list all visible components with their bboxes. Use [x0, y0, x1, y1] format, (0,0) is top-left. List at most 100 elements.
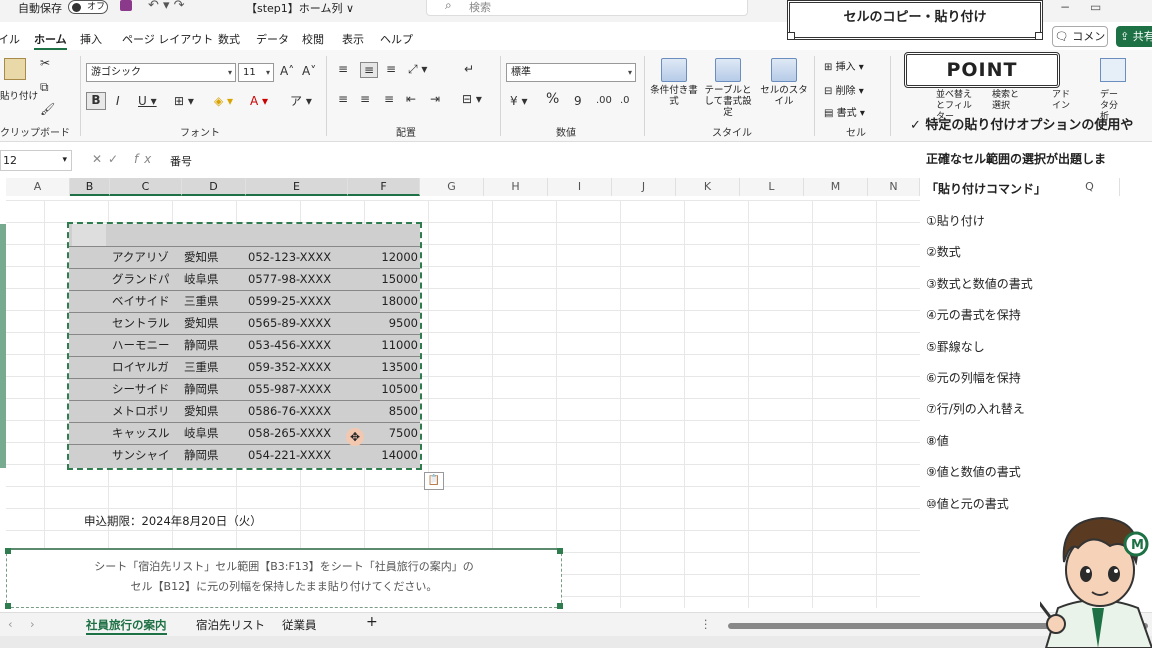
font-name-combo[interactable]: 游ゴシック ▾ [86, 63, 236, 82]
col-c[interactable]: C [110, 178, 182, 196]
tab-file[interactable]: イル [0, 31, 20, 47]
number-format-combo[interactable]: 標準 ▾ [506, 63, 636, 82]
comma-icon[interactable]: 9 [574, 94, 582, 108]
add-sheet-button[interactable]: + [366, 614, 378, 630]
align-left-icon[interactable]: ≡ [338, 92, 348, 106]
more-icon[interactable]: ⋮ [700, 617, 712, 631]
insert-cells-button[interactable]: ⊞ 挿入 ▾ [824, 58, 864, 73]
autosave-toggle[interactable]: オフ [68, 0, 108, 14]
font-color-icon[interactable]: A ▾ [250, 94, 268, 108]
cell-price[interactable]: 8500 [350, 400, 418, 422]
cell-prefecture[interactable]: 岐阜県 [184, 422, 244, 444]
prev-sheet-icon[interactable]: ‹ [8, 617, 13, 631]
increase-font-icon[interactable]: A˄ [280, 64, 294, 78]
paste-options-icon[interactable]: 📋 [424, 472, 444, 490]
document-name[interactable]: 【step1】ホーム列 ∨ [246, 0, 354, 16]
cell-prefecture[interactable]: 岐阜県 [184, 268, 244, 290]
addin-button[interactable]: アドイン [1052, 90, 1074, 112]
cell-prefecture[interactable]: 三重県 [184, 356, 244, 378]
cell-phone[interactable]: 0586-76-XXXX [248, 400, 346, 422]
align-center-icon[interactable]: ≡ [360, 92, 370, 106]
increase-decimal-icon[interactable]: .00 [596, 94, 612, 108]
tab-view[interactable]: 表示 [342, 31, 364, 47]
italic-icon[interactable]: I [116, 94, 120, 108]
name-box[interactable]: 12 ▾ [0, 150, 72, 171]
paste-label[interactable]: 貼り付け [0, 88, 38, 102]
cell-phone[interactable]: 055-987-XXXX [248, 378, 346, 400]
merge-icon[interactable]: ⊟ ▾ [462, 92, 482, 106]
border-icon[interactable]: ⊞ ▾ [174, 94, 194, 108]
tab-insert[interactable]: 挿入 [80, 31, 102, 47]
col-m[interactable]: M [804, 178, 868, 196]
tab-data[interactable]: データ [256, 31, 289, 47]
decrease-font-icon[interactable]: A˅ [302, 64, 316, 78]
cell-phone[interactable]: 053-456-XXXX [248, 334, 346, 356]
undo-icon[interactable]: ↶ ▾ ↷ [148, 0, 185, 13]
cell-hotel-name[interactable]: ベイサイド [112, 290, 182, 312]
cell-phone[interactable]: 0565-89-XXXX [248, 312, 346, 334]
wrap-text-icon[interactable]: ↵ [464, 62, 474, 76]
col-n[interactable]: N [868, 178, 920, 196]
cell-hotel-name[interactable]: ロイヤルガ [112, 356, 182, 378]
sheet-tab-employees[interactable]: 従業員 [282, 617, 317, 633]
find-select-button[interactable]: 検索と選択 [992, 90, 1022, 112]
cell-prefecture[interactable]: 愛知県 [184, 312, 244, 334]
cell-prefecture[interactable]: 愛知県 [184, 246, 244, 268]
phonetic-icon[interactable]: ア ▾ [290, 94, 312, 108]
align-middle-icon[interactable]: ≡ [360, 62, 379, 78]
decrease-decimal-icon[interactable]: .0 [620, 94, 630, 108]
currency-icon[interactable]: ¥ ▾ [510, 94, 527, 108]
cell-hotel-name[interactable]: セントラル [112, 312, 182, 334]
cell-price[interactable]: 12000 [350, 246, 418, 268]
cell-phone[interactable]: 052-123-XXXX [248, 246, 346, 268]
cell-hotel-name[interactable]: サンシャイ [112, 444, 182, 466]
cell-hotel-name[interactable]: キャッスル [112, 422, 182, 444]
restore-icon[interactable]: ▭ [1090, 0, 1101, 14]
align-top-icon[interactable]: ≡ [338, 62, 348, 76]
cell-price[interactable]: 10500 [350, 378, 418, 400]
format-as-table-button[interactable]: テーブルとして書式設定 [700, 58, 756, 118]
col-h[interactable]: H [484, 178, 548, 196]
paste-icon[interactable] [4, 58, 26, 80]
next-sheet-icon[interactable]: › [30, 617, 35, 631]
col-i[interactable]: I [548, 178, 612, 196]
col-f[interactable]: F [348, 178, 420, 196]
cell-hotel-name[interactable]: シーサイド [112, 378, 182, 400]
increase-indent-icon[interactable]: ⇥ [430, 92, 440, 106]
cell-price[interactable]: 14000 [350, 444, 418, 466]
col-k[interactable]: K [676, 178, 740, 196]
cell-prefecture[interactable]: 三重県 [184, 290, 244, 312]
tab-page-layout[interactable]: ページ レイアウト [122, 31, 213, 47]
col-a[interactable]: A [6, 178, 70, 196]
cell-price[interactable]: 18000 [350, 290, 418, 312]
align-right-icon[interactable]: ≡ [384, 92, 394, 106]
cell-hotel-name[interactable]: グランドパ [112, 268, 182, 290]
copy-icon[interactable]: ⧉ [40, 80, 49, 94]
cell-prefecture[interactable]: 静岡県 [184, 378, 244, 400]
col-g[interactable]: G [420, 178, 484, 196]
formula-value[interactable]: 番号 [170, 153, 192, 169]
data-analysis-icon[interactable] [1100, 58, 1126, 82]
cell-price[interactable]: 11000 [350, 334, 418, 356]
cell-hotel-name[interactable]: メトロポリ [112, 400, 182, 422]
cell-price[interactable]: 9500 [350, 312, 418, 334]
percent-icon[interactable]: % [546, 92, 559, 106]
cut-icon[interactable]: ✂ [40, 56, 50, 70]
decrease-indent-icon[interactable]: ⇤ [406, 92, 416, 106]
col-q[interactable]: Q [1060, 178, 1120, 196]
cell-phone[interactable]: 0577-98-XXXX [248, 268, 346, 290]
col-b[interactable]: B [70, 178, 110, 196]
sheet-tab-guide[interactable]: 社員旅行の案内 [86, 617, 167, 635]
conditional-format-button[interactable]: 条件付き書式 [650, 58, 698, 107]
sheet-tab-hotels[interactable]: 宿泊先リスト [196, 617, 265, 633]
tab-review[interactable]: 校閲 [302, 31, 324, 47]
cell-price[interactable]: 15000 [350, 268, 418, 290]
cell-phone[interactable]: 058-265-XXXX [248, 422, 346, 444]
col-j[interactable]: J [612, 178, 676, 196]
tab-help[interactable]: ヘルプ [380, 31, 413, 47]
col-l[interactable]: L [740, 178, 804, 196]
underline-icon[interactable]: U ▾ [138, 94, 157, 108]
col-d[interactable]: D [182, 178, 246, 196]
tab-formulas[interactable]: 数式 [218, 31, 240, 47]
cell-hotel-name[interactable]: ハーモニー [112, 334, 182, 356]
